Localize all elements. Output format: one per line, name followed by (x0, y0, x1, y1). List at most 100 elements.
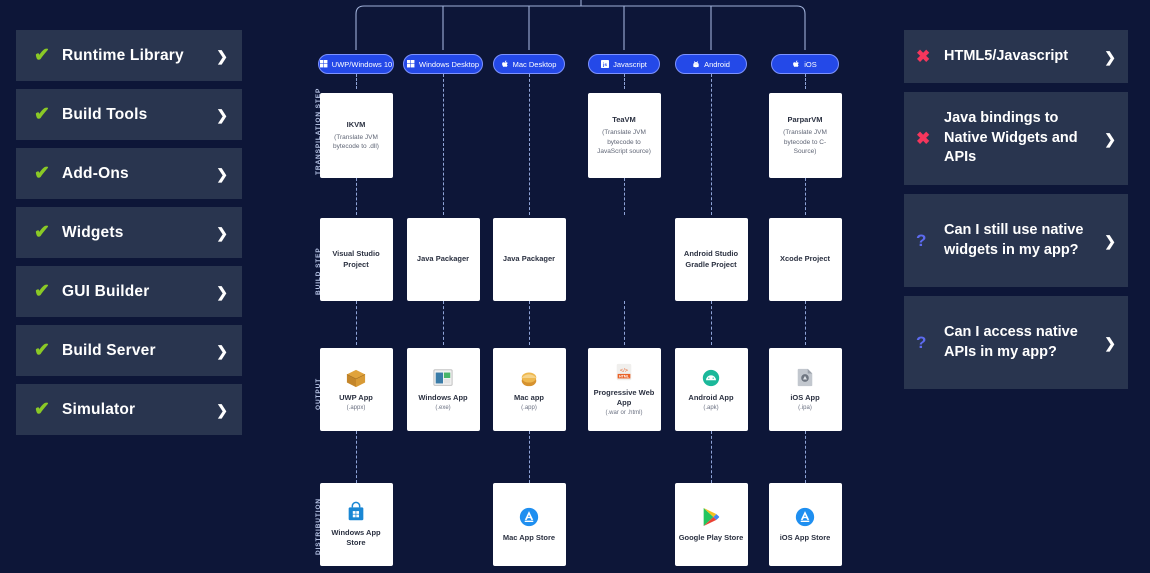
distribution-card-google-play-store[interactable]: Google Play Store (674, 483, 748, 566)
dashed-connector (529, 74, 530, 215)
card-title: Mac App Store (502, 532, 556, 542)
windows-icon (319, 60, 328, 68)
card-title: Progressive Web App (593, 387, 655, 407)
card-title: Java Packager (502, 254, 556, 264)
build-card-3[interactable]: Android Studio Gradle Project (674, 218, 748, 301)
chevron-right-icon[interactable]: ❯ (216, 226, 228, 240)
apple-icon (793, 60, 800, 69)
dashed-connector (356, 301, 357, 345)
card-title: Android App (688, 392, 734, 402)
app-store-icon (518, 506, 540, 528)
sidebar-item-build-tools[interactable]: ✔ Build Tools ❯ (16, 89, 242, 140)
dashed-connector (805, 178, 806, 215)
check-icon: ✔ (34, 399, 50, 420)
platform-chip-javascript[interactable]: js Javascript (588, 54, 660, 74)
card-subtitle: (Translate JVM bytecode to C-Source) (783, 129, 827, 155)
card-title: Visual Studio Project (332, 249, 380, 269)
card-title: Windows App (418, 392, 468, 402)
sidebar-item-label: Runtime Library (62, 46, 184, 64)
build-card-2[interactable]: Java Packager (492, 218, 566, 301)
output-card-progressive-web-app[interactable]: </> HTML Progressive Web App (.war or .html… (587, 348, 661, 431)
output-card-uwp-app[interactable]: UWP App (.appx) (319, 348, 393, 431)
mac-app-icon (518, 368, 540, 388)
chevron-right-icon[interactable]: ❯ (216, 49, 228, 63)
features-sidebar: ✔ Runtime Library ❯ ✔ Build Tools ❯ ✔ Add-Ons ❯ ✔… (16, 30, 242, 443)
chevron-right-icon[interactable]: ❯ (216, 167, 228, 181)
cross-icon: ✖ (916, 47, 931, 66)
sidebar-item-runtime-library[interactable]: ✔ Runtime Library ❯ (16, 30, 242, 81)
sidebar-item-simulator[interactable]: ✔ Simulator ❯ (16, 384, 242, 435)
sidebar-item-label: Build Tools (62, 105, 148, 123)
chevron-right-icon[interactable]: ❯ (1104, 336, 1116, 350)
distribution-card-mac-app-store[interactable]: Mac App Store (492, 483, 566, 566)
transpilation-card-teavm[interactable]: TeaVM (Translate JVM bytecode to JavaScri… (587, 93, 661, 178)
sidebar-item-gui-builder[interactable]: ✔ GUI Builder ❯ (16, 266, 242, 317)
chevron-right-icon[interactable]: ❯ (216, 108, 228, 122)
platform-chip-android[interactable]: Android (675, 54, 747, 74)
chevron-right-icon[interactable]: ❯ (1104, 50, 1116, 64)
build-card-4[interactable]: Xcode Project (768, 218, 842, 301)
output-card-windows-app[interactable]: Windows App (.exe) (406, 348, 480, 431)
distribution-card-ios-app-store[interactable]: iOS App Store (768, 483, 842, 566)
sidebar-item-label: Add-Ons (62, 164, 129, 182)
build-card-0[interactable]: Visual Studio Project (319, 218, 393, 301)
windows-icon (406, 60, 415, 68)
platform-chip-label: Mac Desktop (512, 59, 557, 69)
card-extension: (.war or .html) (605, 410, 643, 417)
app-store-icon (794, 506, 816, 528)
sidebar-item-build-server[interactable]: ✔ Build Server ❯ (16, 325, 242, 376)
dashed-connector (624, 301, 625, 345)
dashed-connector (356, 178, 357, 215)
chevron-right-icon[interactable]: ❯ (1104, 234, 1116, 248)
chevron-right-icon[interactable]: ❯ (1104, 132, 1116, 146)
card-extension: (.app) (521, 405, 537, 412)
transpilation-card-ikvm[interactable]: IKVM (Translate JVM bytecode to .dll) (319, 93, 393, 178)
platform-chip-label: Javascript (613, 59, 647, 69)
output-card-mac-app[interactable]: Mac app (.app) (492, 348, 566, 431)
question-item-label: HTML5/Javascript (944, 47, 1069, 64)
card-title: iOS App (790, 392, 820, 402)
question-item-3[interactable]: ? Can I access native APIs in my app? ❯ (904, 296, 1128, 389)
sidebar-item-add-ons[interactable]: ✔ Add-Ons ❯ (16, 148, 242, 199)
output-card-ios-app[interactable]: iOS App (.ipa) (768, 348, 842, 431)
output-card-android-app[interactable]: Android App (.apk) (674, 348, 748, 431)
question-item-0[interactable]: ✖ HTML5/Javascript ❯ (904, 30, 1128, 83)
platform-chip-windows-desktop[interactable]: Windows Desktop (403, 54, 483, 74)
card-title: Mac app (513, 392, 544, 402)
svg-text:</>: </> (620, 368, 628, 374)
card-title: iOS App Store (779, 532, 831, 542)
sidebar-item-label: GUI Builder (62, 282, 150, 300)
check-icon: ✔ (34, 45, 50, 66)
dashed-connector (805, 431, 806, 483)
platform-chip-ios[interactable]: iOS (771, 54, 839, 74)
card-title: TeaVM (612, 115, 636, 125)
check-icon: ✔ (34, 104, 50, 125)
platform-chip-row: UWP/Windows 10 Windows Desktop Mac Desktop… (300, 54, 860, 74)
transpilation-card-parparvm[interactable]: ParparVM (Translate JVM bytecode to C-Sou… (768, 93, 842, 178)
platform-chip-mac-desktop[interactable]: Mac Desktop (493, 54, 565, 74)
distribution-card-windows-app-store[interactable]: Windows App Store (319, 483, 393, 566)
dashed-connector (529, 431, 530, 483)
sidebar-item-label: Simulator (62, 400, 136, 418)
card-title: Android Studio Gradle Project (683, 249, 739, 269)
dashed-connector (443, 74, 444, 215)
dashed-connector (805, 74, 806, 89)
apple-icon (501, 60, 509, 69)
question-item-2[interactable]: ? Can I still use native widgets in my ap… (904, 194, 1128, 287)
chevron-right-icon[interactable]: ❯ (216, 344, 228, 358)
sidebar-item-widgets[interactable]: ✔ Widgets ❯ (16, 207, 242, 258)
chevron-right-icon[interactable]: ❯ (216, 285, 228, 299)
platform-chip-label: Android (704, 59, 730, 69)
connector-bus (355, 0, 806, 50)
html5-file-icon: </> HTML (613, 363, 635, 383)
question-item-1[interactable]: ✖ Java bindings to Native Widgets and API… (904, 92, 1128, 185)
chevron-right-icon[interactable]: ❯ (216, 403, 228, 417)
check-icon: ✔ (34, 281, 50, 302)
card-title: UWP App (339, 392, 373, 402)
check-icon: ✔ (34, 163, 50, 184)
card-title: Java Packager (416, 254, 470, 264)
platform-chip-uwp-windows-10[interactable]: UWP/Windows 10 (318, 54, 394, 74)
build-pipeline-diagram: UWP/Windows 10 Windows Desktop Mac Desktop… (300, 0, 860, 573)
build-card-1[interactable]: Java Packager (406, 218, 480, 301)
diagram-page: ✔ Runtime Library ❯ ✔ Build Tools ❯ ✔ Add-Ons ❯ ✔… (0, 0, 1150, 573)
